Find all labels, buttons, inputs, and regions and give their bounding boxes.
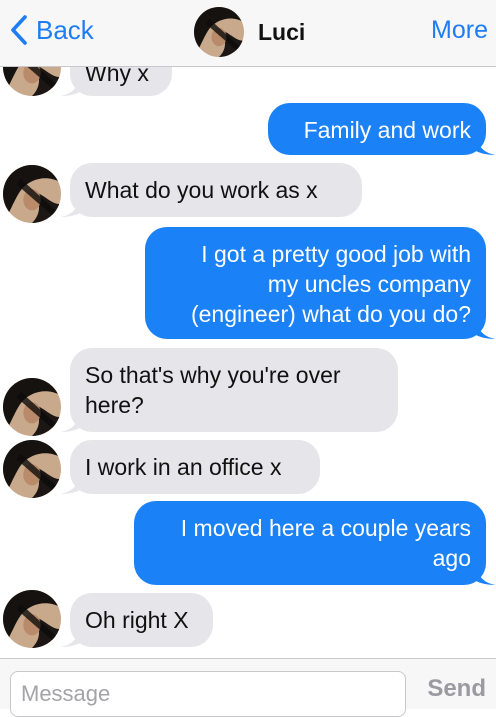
bubble-tail bbox=[60, 76, 80, 96]
bubble-tail bbox=[476, 565, 496, 585]
bubble-tail bbox=[476, 319, 496, 339]
message-text-line: (engineer) what do you do? bbox=[190, 301, 471, 327]
message-text-line: What do you work as x bbox=[85, 177, 318, 203]
back-label: Back bbox=[36, 14, 94, 45]
outgoing-message[interactable]: Family and work bbox=[268, 103, 486, 155]
avatar-photo-icon bbox=[3, 165, 61, 223]
contact-header[interactable]: Luci bbox=[194, 6, 305, 58]
chevron-left-icon bbox=[11, 15, 27, 45]
avatar-photo-icon bbox=[194, 7, 244, 57]
conversation[interactable]: Why x Family and work What do you work as … bbox=[0, 0, 496, 658]
sender-avatar[interactable] bbox=[3, 440, 61, 498]
incoming-message[interactable]: Oh right X bbox=[70, 593, 213, 647]
incoming-message[interactable]: So that's why you're over here? bbox=[70, 348, 398, 432]
bubble-tail bbox=[60, 474, 80, 494]
incoming-message[interactable]: What do you work as x bbox=[70, 163, 362, 217]
avatar-photo-icon bbox=[3, 440, 61, 498]
message-text-line: So that's why you're over bbox=[85, 362, 341, 388]
avatar-photo-icon bbox=[3, 378, 61, 436]
nav-bar: Back Luci More bbox=[0, 0, 496, 67]
message-text-line: Family and work bbox=[303, 117, 471, 143]
bubble-tail bbox=[60, 197, 80, 217]
outgoing-message[interactable]: I got a pretty good job with my uncles co… bbox=[145, 227, 486, 339]
incoming-message[interactable]: I work in an office x bbox=[70, 440, 320, 494]
bubble-tail bbox=[60, 412, 80, 432]
message-input[interactable] bbox=[10, 671, 406, 717]
contact-name: Luci bbox=[258, 18, 306, 45]
message-text-line: here? bbox=[85, 392, 144, 418]
message-text-line: I work in an office x bbox=[85, 454, 282, 480]
bubble-tail bbox=[476, 135, 496, 155]
message-text-line: ago bbox=[432, 545, 471, 571]
message-text-line: my uncles company bbox=[267, 271, 471, 297]
sender-avatar[interactable] bbox=[3, 165, 61, 223]
more-button[interactable]: More bbox=[431, 16, 488, 45]
message-text-line: I got a pretty good job with bbox=[201, 241, 471, 267]
message-text-line: I moved here a couple years bbox=[180, 515, 471, 541]
back-button[interactable]: Back bbox=[8, 12, 94, 48]
sender-avatar[interactable] bbox=[3, 378, 61, 436]
message-input-bar: Send bbox=[0, 658, 496, 717]
send-button[interactable]: Send bbox=[427, 675, 486, 703]
sender-avatar[interactable] bbox=[3, 590, 61, 648]
outgoing-message[interactable]: I moved here a couple years ago bbox=[134, 501, 486, 585]
bubble-tail bbox=[60, 627, 80, 647]
contact-avatar[interactable] bbox=[194, 7, 244, 57]
avatar-photo-icon bbox=[3, 590, 61, 648]
message-text-line: Oh right X bbox=[85, 607, 189, 633]
